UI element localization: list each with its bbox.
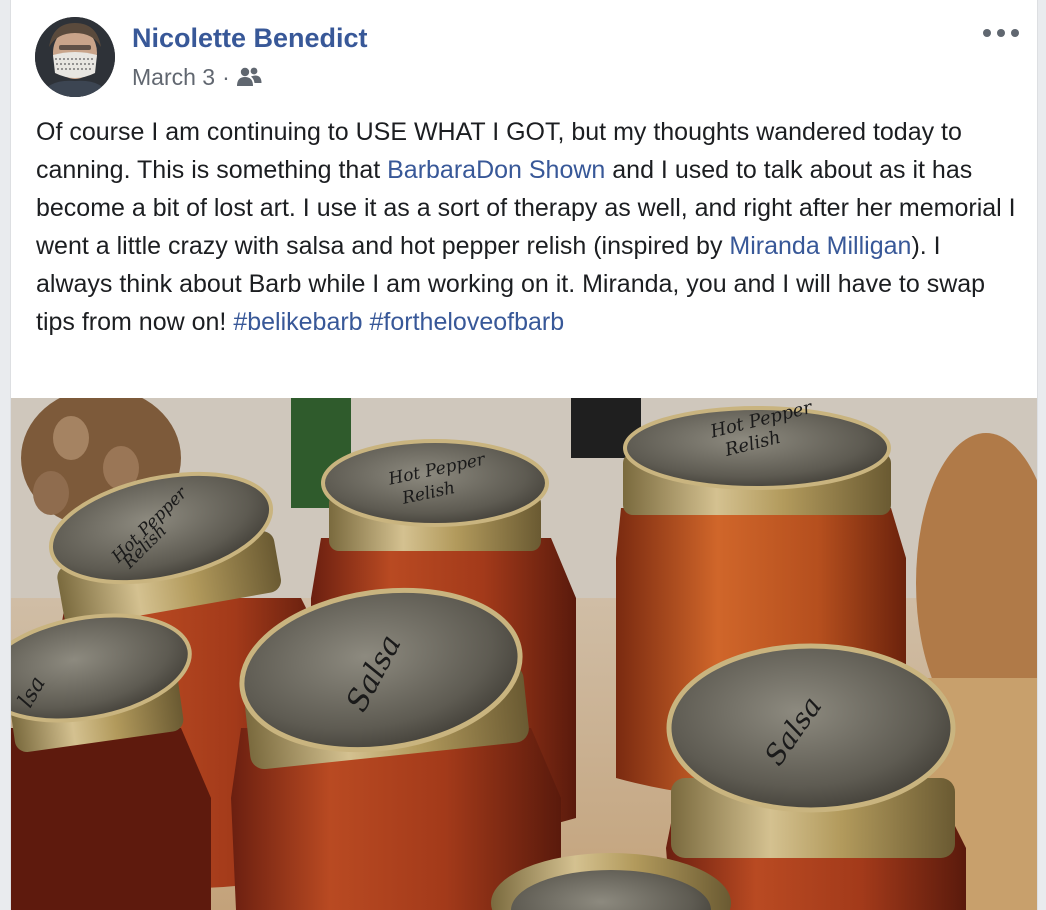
mention-miranda-milligan[interactable]: Miranda Milligan xyxy=(729,232,911,260)
feed-post: Nicolette Benedict March 3 · Of course I… xyxy=(10,0,1038,910)
hashtag-fortheloveofbarb[interactable]: #fortheloveofbarb xyxy=(370,308,565,336)
hashtag-belikebarb[interactable]: #belikebarb xyxy=(233,308,362,336)
post-photo[interactable]: Hot Pepper Relish Hot Pepper Relish Hot … xyxy=(11,398,1037,910)
author-name[interactable]: Nicolette Benedict xyxy=(132,23,368,54)
post-meta: March 3 · xyxy=(132,63,262,91)
jar-salsa-right: Salsa xyxy=(666,643,966,910)
jar-salsa-left: lsa xyxy=(11,613,211,910)
author-avatar[interactable] xyxy=(35,17,115,97)
avatar-photo xyxy=(35,17,115,97)
post-text-space xyxy=(363,308,370,336)
post-date[interactable]: March 3 xyxy=(132,64,215,91)
post-text: Of course I am continuing to USE WHAT I … xyxy=(36,113,1021,341)
meta-separator: · xyxy=(222,63,230,90)
friends-icon[interactable] xyxy=(236,66,262,88)
more-dot xyxy=(997,29,1005,37)
mention-barbaradon-shown[interactable]: BarbaraDon Shown xyxy=(387,156,605,184)
more-options-icon[interactable] xyxy=(983,24,1019,42)
more-dot xyxy=(983,29,991,37)
more-dot xyxy=(1011,29,1019,37)
